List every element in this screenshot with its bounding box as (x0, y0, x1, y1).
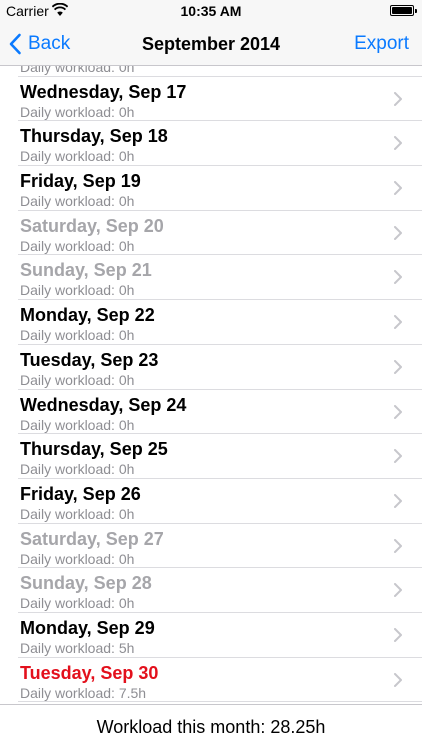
daily-workload: Daily workload: 0h (20, 148, 135, 165)
export-button[interactable]: Export (354, 22, 409, 66)
chevron-right-icon (394, 91, 402, 106)
daily-workload: Daily workload: 0h (20, 371, 135, 388)
daily-workload: Daily workload: 0h (20, 103, 135, 120)
day-list-content: Tuesday, Sep 16 Daily workload: 0h Wedne… (0, 66, 422, 703)
day-title: Wednesday, Sep 17 (20, 81, 187, 102)
day-row[interactable]: Friday, Sep 19 Daily workload: 0h (18, 166, 422, 211)
day-row[interactable]: Tuesday, Sep 23 Daily workload: 0h (18, 345, 422, 390)
day-title: Thursday, Sep 25 (20, 439, 168, 460)
daily-workload: Daily workload: 0h (20, 461, 135, 478)
back-button[interactable]: Back (8, 22, 70, 66)
day-row[interactable]: Thursday, Sep 18 Daily workload: 0h (18, 121, 422, 167)
day-title: Sunday, Sep 21 (20, 260, 152, 281)
day-title: Monday, Sep 22 (20, 305, 155, 326)
chevron-right-icon (394, 225, 402, 240)
chevron-right-icon (394, 627, 402, 642)
daily-workload: Daily workload: 0h (20, 505, 135, 522)
status-time: 10:35 AM (180, 3, 242, 19)
day-row[interactable]: Wednesday, Sep 24 Daily workload: 0h (18, 390, 422, 435)
day-row[interactable]: Monday, Sep 29 Daily workload: 5h (18, 613, 422, 658)
day-row[interactable]: Friday, Sep 26 Daily workload: 0h (18, 479, 422, 524)
day-row[interactable]: Wednesday, Sep 17 Daily workload: 0h (18, 77, 422, 122)
daily-workload: Daily workload: 0h (20, 595, 135, 612)
day-title: Thursday, Sep 18 (20, 126, 168, 147)
day-row[interactable]: Saturday, Sep 20 Daily workload: 0h (18, 211, 422, 256)
day-title: Friday, Sep 26 (20, 483, 141, 504)
chevron-right-icon (394, 404, 402, 419)
day-title: Saturday, Sep 20 (20, 215, 164, 236)
navigation-bar: Back September 2014 Export (0, 22, 422, 66)
status-bar: Carrier 10:35 AM (0, 0, 422, 22)
day-row[interactable]: Monday, Sep 22 Daily workload: 0h (18, 300, 422, 345)
chevron-right-icon (394, 315, 402, 330)
chevron-right-icon (394, 181, 402, 196)
chevron-right-icon (394, 583, 402, 598)
day-row[interactable]: Saturday, Sep 27 Daily workload: 0h (18, 524, 422, 569)
day-title: Tuesday, Sep 30 (20, 662, 159, 683)
chevron-left-icon (9, 33, 21, 55)
day-title: Friday, Sep 19 (20, 171, 141, 192)
daily-workload: Daily workload: 0h (20, 193, 135, 210)
day-title: Wednesday, Sep 24 (20, 394, 187, 415)
monthly-total: Workload this month: 28.25h (0, 704, 422, 750)
chevron-right-icon (394, 449, 402, 464)
chevron-right-icon (394, 136, 402, 151)
chevron-right-icon (394, 359, 402, 374)
chevron-right-icon (394, 672, 402, 687)
day-list[interactable]: Tuesday, Sep 16 Daily workload: 0h Wedne… (0, 66, 422, 704)
day-row[interactable]: Sunday, Sep 21 Daily workload: 0h (18, 255, 422, 301)
daily-workload: Daily workload: 0h (20, 416, 135, 433)
chevron-right-icon (394, 538, 402, 553)
chevron-right-icon (394, 493, 402, 508)
day-title: Monday, Sep 29 (20, 617, 155, 638)
day-row[interactable]: Tuesday, Sep 30 Daily workload: 7.5h (18, 658, 422, 703)
day-row[interactable]: Sunday, Sep 28 Daily workload: 0h (18, 568, 422, 613)
battery-icon (390, 5, 417, 16)
daily-workload: Daily workload: 0h (20, 66, 135, 75)
day-title: Sunday, Sep 28 (20, 573, 152, 594)
daily-workload: Daily workload: 7.5h (20, 684, 147, 701)
day-row[interactable]: Tuesday, Sep 16 Daily workload: 0h (18, 66, 422, 77)
daily-workload: Daily workload: 5h (20, 639, 135, 656)
day-title: Saturday, Sep 27 (20, 528, 164, 549)
day-row[interactable]: Thursday, Sep 25 Daily workload: 0h (18, 434, 422, 479)
daily-workload: Daily workload: 0h (20, 327, 135, 344)
back-button-label: Back (28, 33, 71, 54)
day-title: Tuesday, Sep 23 (20, 349, 159, 370)
daily-workload: Daily workload: 0h (20, 237, 135, 254)
chevron-right-icon (394, 270, 402, 285)
daily-workload: Daily workload: 0h (20, 550, 135, 567)
daily-workload: Daily workload: 0h (20, 282, 135, 299)
